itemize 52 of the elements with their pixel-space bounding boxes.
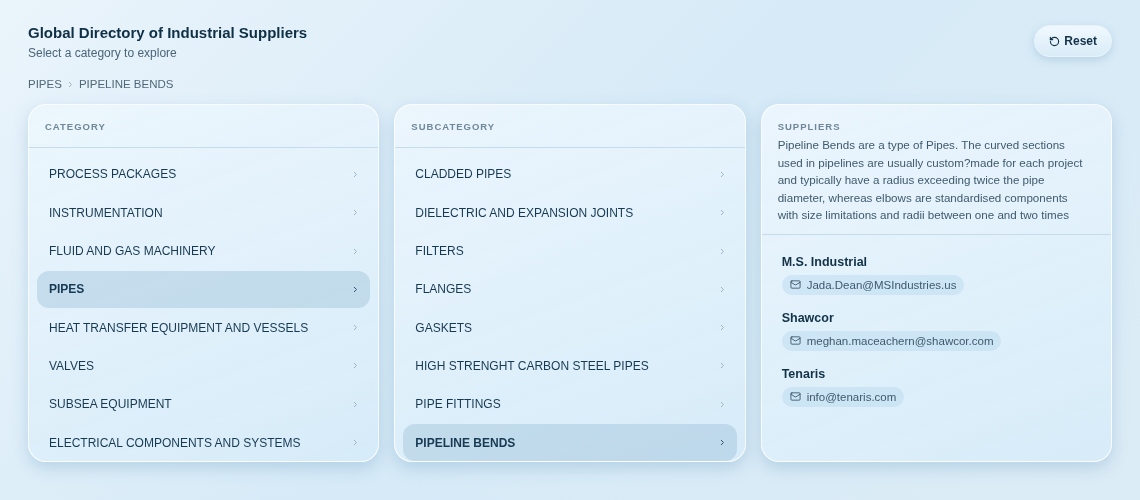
list-item[interactable]: PROCESS PACKAGES	[37, 155, 371, 193]
reset-icon	[1049, 35, 1061, 47]
list-item[interactable]: GASKETS	[403, 309, 737, 347]
list-item[interactable]: DIELECTRIC AND EXPANSION JOINTS	[403, 194, 737, 232]
list-item[interactable]: INSTRUMENTATION	[37, 194, 371, 232]
supplier-name: Shawcor	[781, 310, 834, 325]
chevron-icon	[67, 80, 73, 88]
list-item[interactable]: VALVES	[37, 347, 371, 385]
supplier-name: Tenaris	[781, 366, 826, 381]
list-item[interactable]: HEAT TRANSFER EQUIPMENT AND VESSELS	[37, 309, 371, 347]
list-item[interactable]: HIGH STRENGHT CARBON STEEL PIPES	[403, 347, 737, 385]
list-item[interactable]: ELECTRICAL COMPONENTS AND SYSTEMS	[37, 424, 371, 461]
chevron-icon	[353, 285, 359, 293]
list-item[interactable]: PIPES	[37, 270, 371, 308]
chevron-icon	[353, 324, 359, 332]
envelope-icon	[789, 279, 801, 291]
panel-heading: CATEGORY	[44, 120, 107, 132]
breadcrumb-link[interactable]: PIPELINE BENDS	[78, 78, 174, 90]
chevron-icon	[719, 362, 725, 370]
list-item[interactable]: FILTERS	[403, 232, 737, 270]
page-subtitle: Select a category to explore	[28, 46, 178, 60]
envelope-icon	[789, 335, 801, 347]
list-item[interactable]: PIPE FITTINGS	[403, 385, 737, 423]
email-link[interactable]: info@tenaris.com	[781, 386, 905, 407]
list-item[interactable]: FLANGES	[403, 270, 737, 308]
list-item[interactable]: SUBSEA EQUIPMENT	[37, 385, 371, 423]
chevron-icon	[719, 247, 725, 255]
description-text: Pipeline Bends are a type of Pipes. The curved sections used in pipelines are usually custom?made for each project and typically have a radius exceeding twice the pipe diameter, whereas elbows are standardised components with size limitations and radii between one and two times	[776, 137, 1084, 224]
list-item[interactable]: PIPELINE BENDS	[403, 424, 737, 461]
chevron-icon	[719, 170, 725, 178]
panel-heading: SUBCATEGORY	[410, 120, 497, 132]
chevron-icon	[353, 362, 359, 370]
chevron-icon	[719, 400, 725, 408]
chevron-icon	[719, 209, 725, 217]
email-link[interactable]: Jada.Dean@MSIndustries.us	[781, 274, 965, 295]
chevron-icon	[353, 400, 359, 408]
supplier-name: M.S. Industrial	[781, 254, 868, 269]
chevron-icon	[719, 439, 725, 446]
page-title: Global Directory of Industrial Suppliers	[28, 24, 308, 41]
chevron-icon	[353, 170, 359, 178]
list-item[interactable]: FLUID AND GAS MACHINERY	[37, 232, 371, 270]
chevron-icon	[353, 247, 359, 255]
list-item[interactable]: CLADDED PIPES	[403, 155, 737, 193]
reset-button[interactable]: Reset	[1034, 25, 1112, 57]
breadcrumb-link[interactable]: PIPES	[28, 78, 62, 90]
chevron-icon	[719, 324, 725, 332]
email-link[interactable]: meghan.maceachern@shawcor.com	[781, 330, 1002, 351]
chevron-icon	[353, 439, 359, 446]
envelope-icon	[789, 391, 801, 403]
chevron-icon	[719, 285, 725, 293]
chevron-icon	[353, 209, 359, 217]
panel-heading: SUPPLIERS	[776, 120, 842, 132]
